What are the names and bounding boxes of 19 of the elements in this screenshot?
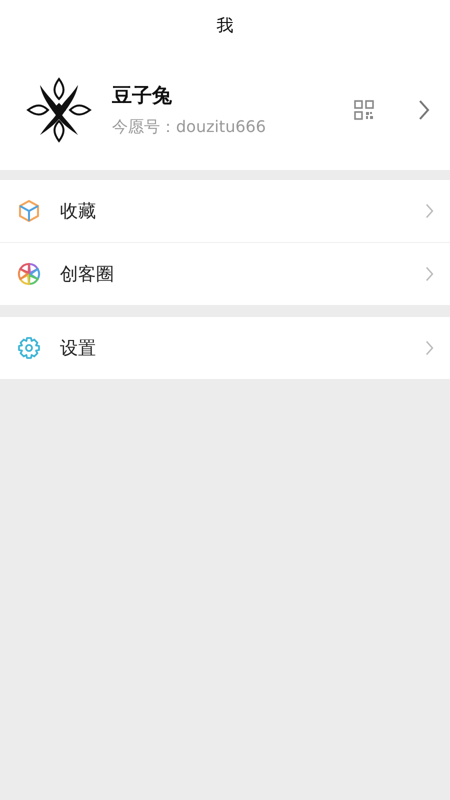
aperture-icon <box>17 262 41 286</box>
account-id: 今愿号：douzitu666 <box>112 117 267 138</box>
user-name: 豆子兔 <box>112 82 173 109</box>
chevron-right-icon <box>425 340 434 356</box>
chevron-right-icon <box>425 203 434 219</box>
cube-icon <box>17 199 41 223</box>
menu-label: 设置 <box>60 337 97 360</box>
chevron-right-icon <box>425 266 434 282</box>
menu-item[interactable]: 收藏 <box>0 180 450 243</box>
qr-code-icon[interactable] <box>354 100 374 120</box>
chevron-right-icon <box>418 99 430 121</box>
menu-item[interactable]: 创客圈 <box>0 243 450 305</box>
menu-label: 收藏 <box>60 200 97 223</box>
menu-label: 创客圈 <box>60 263 115 286</box>
profile-card[interactable]: 豆子兔 今愿号：douzitu666 <box>0 50 450 170</box>
settings-icon <box>17 336 41 360</box>
menu-item[interactable]: 设置 <box>0 317 450 379</box>
logo-icon <box>26 77 92 143</box>
page-title: 我 <box>216 14 234 36</box>
